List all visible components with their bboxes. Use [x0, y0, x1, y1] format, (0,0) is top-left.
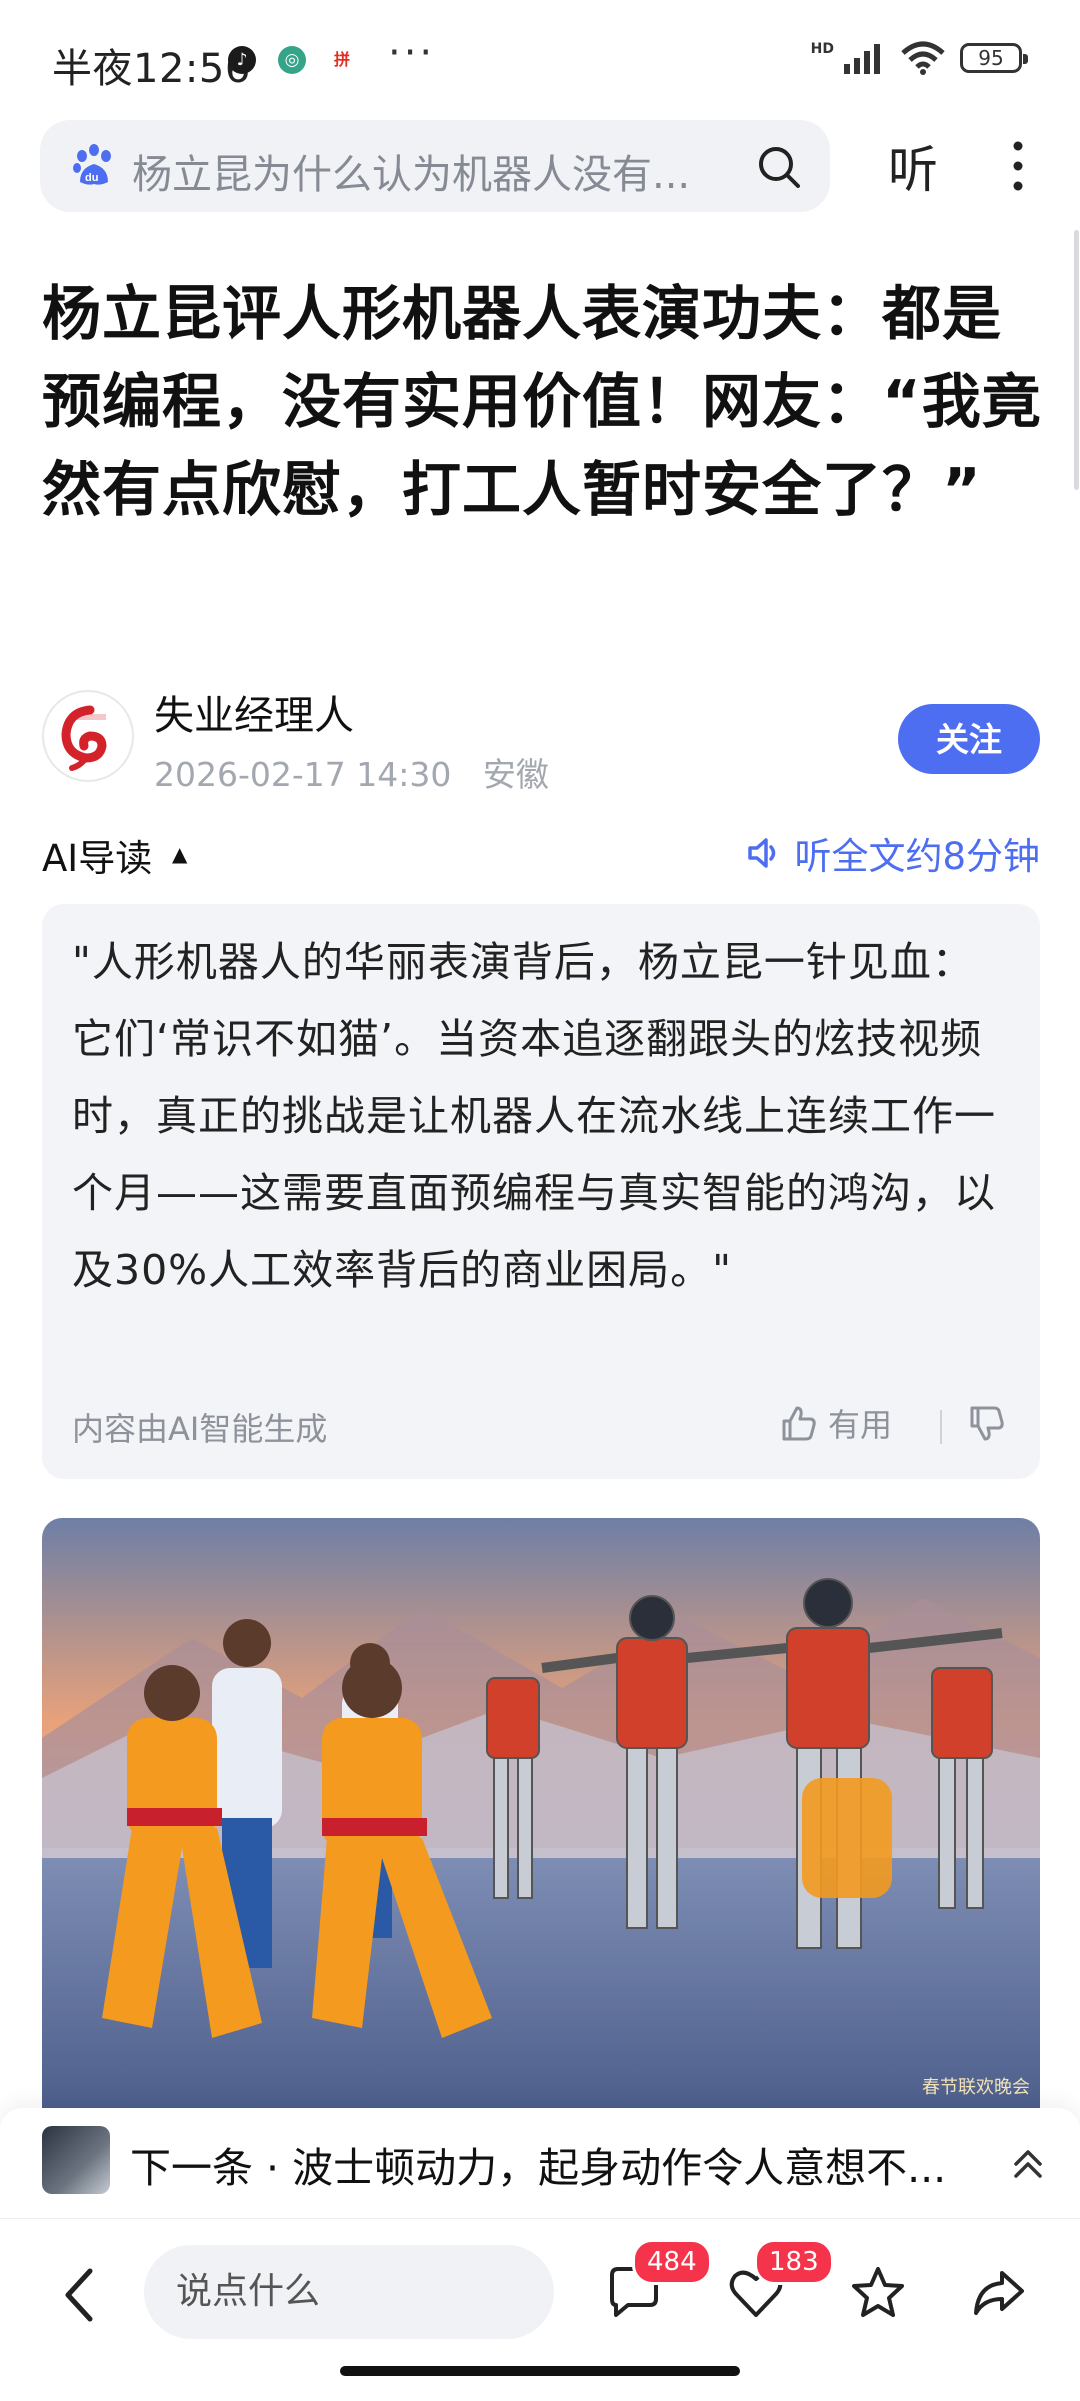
- author-name[interactable]: 失业经理人: [154, 683, 354, 741]
- comment-input[interactable]: 说点什么: [144, 2245, 554, 2339]
- svg-text:du: du: [85, 172, 98, 184]
- image-watermark: 春节联欢晚会: [922, 2077, 1030, 2098]
- home-indicator[interactable]: [340, 2366, 740, 2376]
- performance-photo: 春节联欢晚会: [42, 1518, 1040, 2108]
- more-options-icon[interactable]: [1004, 136, 1032, 196]
- ai-summary-text: "人形机器人的华丽表演背后，杨立昆一针见血：它们‘常识不如猫’。当资本追逐翻跟头…: [72, 938, 996, 1294]
- hd-label: HD: [810, 41, 834, 57]
- tiktok-icon: ♪: [228, 46, 256, 74]
- article-image[interactable]: 春节联欢晚会: [42, 1518, 1040, 2108]
- scrollbar[interactable]: [1074, 230, 1079, 490]
- battery-icon: 95: [960, 43, 1028, 73]
- next-article-bar[interactable]: 下一条 · 波士顿动力，起身动作令人意想不...: [0, 2108, 1080, 2218]
- ai-guide-label[interactable]: AI导读: [42, 828, 152, 882]
- thumbs-up-icon: [782, 1406, 816, 1441]
- status-time: 半夜12:56: [52, 46, 251, 92]
- author-logo-icon: [61, 705, 107, 771]
- next-article-thumbnail: [42, 2126, 110, 2194]
- next-article-title[interactable]: 下一条 · 波士顿动力，起身动作令人意想不...: [130, 2134, 990, 2194]
- speaker-icon: [748, 838, 776, 868]
- wifi-icon: [901, 41, 945, 75]
- pinduoduo-icon: 拼: [328, 46, 356, 74]
- ai-summary-card: "人形机器人的华丽表演背后，杨立昆一针见血：它们‘常识不如猫’。当资本追逐翻跟头…: [42, 904, 1040, 1479]
- useful-label: 有用: [827, 1406, 892, 1444]
- divider: [940, 1410, 942, 1444]
- signal-icon: [844, 44, 880, 74]
- star-icon[interactable]: [848, 2263, 908, 2323]
- chevron-up-double-icon[interactable]: [1008, 2144, 1048, 2184]
- listen-full-label: 听全文约8分钟: [794, 835, 1040, 878]
- search-icon[interactable]: [754, 142, 804, 192]
- status-bar: 半夜12:56 ♪ ◎ 拼 ··· HD 95: [0, 0, 1080, 115]
- follow-button[interactable]: 关注: [898, 704, 1040, 774]
- publish-datetime: 2026-02-17 14:30: [154, 755, 452, 794]
- share-icon[interactable]: [968, 2263, 1028, 2323]
- listen-button[interactable]: 听: [888, 130, 938, 202]
- back-arrow-icon[interactable]: [56, 2263, 100, 2327]
- publish-meta: 2026-02-17 14:30 安徽: [154, 748, 549, 796]
- article-title: 杨立昆评人形机器人表演功夫：都是预编程，没有实用价值！网友：“我竟然有点欣慰，打…: [42, 279, 1042, 524]
- search-bar[interactable]: du 杨立昆为什么认为机器人没有...: [40, 120, 830, 212]
- thumbs-down-icon[interactable]: [966, 1404, 1006, 1444]
- collapse-caret-icon[interactable]: ▲: [172, 842, 187, 866]
- ai-generated-note: 内容由AI智能生成: [72, 1410, 328, 1448]
- like-count-badge: 183: [754, 2239, 834, 2285]
- comment-count-badge: 484: [632, 2239, 712, 2285]
- baidu-paw-icon: du: [73, 144, 111, 185]
- publish-location: 安徽: [482, 755, 549, 794]
- listen-full-article-button[interactable]: 听全文约8分钟: [744, 826, 1040, 880]
- author-avatar[interactable]: [42, 690, 134, 782]
- useful-button[interactable]: 有用: [778, 1400, 892, 1446]
- app-icon-green: ◎: [278, 46, 306, 74]
- more-notifications-icon: ···: [388, 30, 436, 76]
- search-query[interactable]: 杨立昆为什么认为机器人没有...: [132, 142, 762, 200]
